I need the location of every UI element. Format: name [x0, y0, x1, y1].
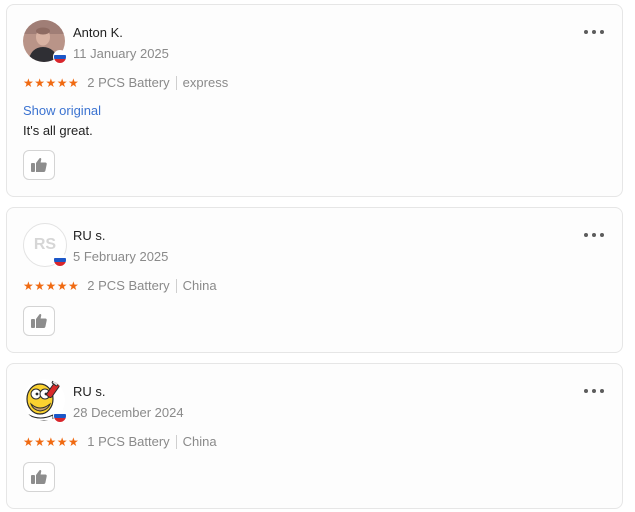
rating-line: ★★★★★ 1 PCS Battery China [23, 434, 217, 449]
star-rating: ★★★★★ [23, 434, 80, 449]
review-text: It's all great. [23, 123, 93, 138]
star-rating: ★★★★★ [23, 278, 80, 293]
avatar[interactable] [23, 379, 67, 423]
avatar[interactable] [23, 20, 67, 64]
star-rating: ★★★★★ [23, 75, 80, 90]
shipping-method: China [182, 278, 217, 293]
thumbs-up-icon [31, 469, 47, 484]
review-card: RS RU s. 5 February 2025 ★★★★★ 2 PCS Bat… [6, 207, 623, 353]
review-date: 11 January 2025 [73, 46, 169, 61]
author-name: RU s. [73, 384, 106, 399]
shipping-method: China [182, 434, 217, 449]
review-card: Anton K. 11 January 2025 ★★★★★ 2 PCS Bat… [6, 4, 623, 197]
thumbs-up-icon [31, 313, 47, 328]
russia-flag-icon [53, 409, 67, 423]
shipping-method: express [182, 75, 229, 90]
product-variant: 2 PCS Battery [87, 75, 170, 90]
more-dots-icon[interactable] [584, 25, 604, 39]
show-original-link[interactable]: Show original [23, 103, 101, 118]
product-variant: 2 PCS Battery [87, 278, 170, 293]
review-date: 5 February 2025 [73, 249, 169, 264]
divider [175, 278, 177, 293]
author-name: RU s. [73, 228, 106, 243]
helpful-button[interactable] [23, 462, 55, 492]
rating-line: ★★★★★ 2 PCS Battery express [23, 75, 228, 90]
divider [175, 75, 177, 90]
author-name: Anton K. [73, 25, 123, 40]
more-dots-icon[interactable] [584, 384, 604, 398]
product-variant: 1 PCS Battery [87, 434, 170, 449]
russia-flag-icon [53, 50, 67, 64]
rating-line: ★★★★★ 2 PCS Battery China [23, 278, 217, 293]
review-card: RU s. 28 December 2024 ★★★★★ 1 PCS Batte… [6, 363, 623, 509]
avatar[interactable]: RS [23, 223, 67, 267]
russia-flag-icon [53, 253, 67, 267]
divider [175, 434, 177, 449]
review-date: 28 December 2024 [73, 405, 184, 420]
thumbs-up-icon [31, 157, 47, 172]
helpful-button[interactable] [23, 306, 55, 336]
more-dots-icon[interactable] [584, 228, 604, 242]
helpful-button[interactable] [23, 150, 55, 180]
